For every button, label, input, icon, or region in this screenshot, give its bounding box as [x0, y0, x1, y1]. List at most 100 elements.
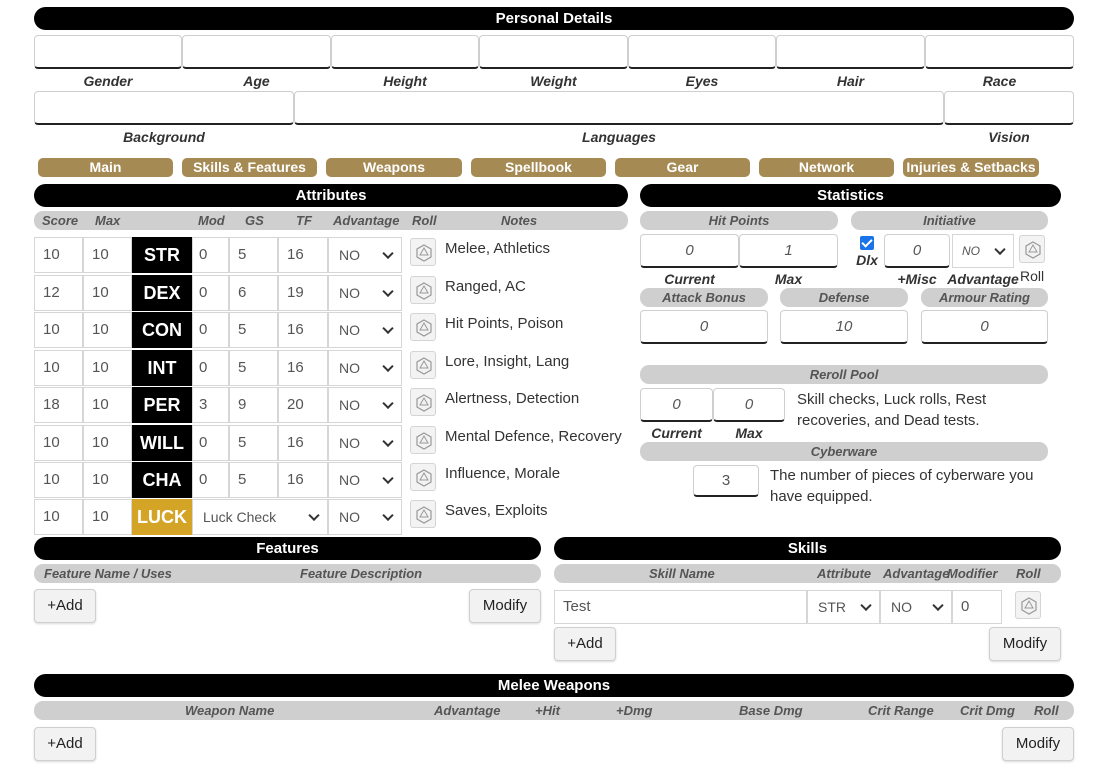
will-max-input[interactable]: 10 — [83, 424, 132, 461]
gender-field[interactable] — [34, 35, 182, 69]
melee-add-button[interactable]: +Add — [34, 727, 96, 761]
skill-modifier-input[interactable]: 0 — [952, 590, 1002, 624]
initiative-advantage-select[interactable]: NO — [952, 234, 1014, 268]
eyes-field[interactable] — [628, 35, 776, 69]
cha-score-input[interactable]: 10 — [34, 462, 83, 498]
skill-advantage-select[interactable]: NO — [880, 590, 952, 624]
cha-tf-input[interactable]: 16 — [278, 462, 328, 498]
per-score-input[interactable]: 18 — [34, 387, 83, 423]
features-add-button[interactable]: +Add — [34, 589, 96, 623]
cha-roll-button[interactable] — [410, 463, 436, 491]
str-gs-input[interactable]: 5 — [229, 237, 278, 273]
will-tf-input[interactable]: 16 — [278, 424, 328, 461]
dex-gs-input[interactable]: 6 — [229, 274, 278, 311]
int-advantage-select[interactable]: NO — [328, 349, 402, 386]
hit-points-max-field[interactable]: 1 — [739, 234, 838, 268]
initiative-roll-label: Roll — [1020, 268, 1045, 284]
con-roll-button[interactable] — [410, 313, 436, 341]
tab-weapons[interactable]: Weapons — [326, 158, 462, 177]
con-max-input[interactable]: 10 — [83, 312, 132, 348]
hair-field[interactable] — [776, 35, 925, 69]
luck-score-input[interactable]: 10 — [34, 499, 83, 535]
skill-attribute-select[interactable]: STR — [807, 590, 880, 624]
str-advantage-select[interactable]: NO — [328, 237, 402, 273]
per-gs-input[interactable]: 9 — [229, 387, 278, 423]
per-roll-button[interactable] — [410, 388, 436, 416]
cha-max-input[interactable]: 10 — [83, 462, 132, 498]
dex-roll-button[interactable] — [410, 275, 436, 304]
int-max-input[interactable]: 10 — [83, 349, 132, 386]
reroll-max-field[interactable]: 0 — [713, 388, 785, 422]
skills-add-button[interactable]: +Add — [554, 627, 616, 661]
melee-modify-button[interactable]: Modify — [1002, 727, 1074, 761]
will-gs-input[interactable]: 5 — [229, 424, 278, 461]
con-mod-input[interactable]: 0 — [192, 312, 229, 348]
skills-modify-button[interactable]: Modify — [989, 627, 1061, 661]
per-tf-input[interactable]: 20 — [278, 387, 328, 423]
int-score-input[interactable]: 10 — [34, 349, 83, 386]
will-score-input[interactable]: 10 — [34, 424, 83, 461]
int-mod-input[interactable]: 0 — [192, 349, 229, 386]
cha-gs-input[interactable]: 5 — [229, 462, 278, 498]
dex-tf-input[interactable]: 19 — [278, 274, 328, 311]
con-score-input[interactable]: 10 — [34, 312, 83, 348]
dex-max-input[interactable]: 10 — [83, 274, 132, 311]
background-field[interactable] — [34, 91, 294, 125]
con-notes: Hit Points, Poison — [445, 315, 564, 332]
dlx-checkbox[interactable] — [860, 236, 874, 250]
con-attribute-label: CON — [132, 312, 192, 348]
int-gs-input[interactable]: 5 — [229, 349, 278, 386]
race-field[interactable] — [925, 35, 1074, 69]
int-roll-button[interactable] — [410, 350, 436, 379]
tab-injuries-setbacks[interactable]: Injuries & Setbacks — [903, 158, 1039, 177]
con-tf-input[interactable]: 16 — [278, 312, 328, 348]
will-mod-input[interactable]: 0 — [192, 424, 229, 461]
height-field[interactable] — [331, 35, 479, 69]
per-advantage-select[interactable]: NO — [328, 387, 402, 423]
features-modify-button[interactable]: Modify — [469, 589, 541, 623]
con-advantage-select[interactable]: NO — [328, 312, 402, 348]
str-mod-input[interactable]: 0 — [192, 237, 229, 273]
cha-advantage-select[interactable]: NO — [328, 462, 402, 498]
age-field[interactable] — [182, 35, 331, 69]
dlx-label: Dlx — [856, 252, 878, 268]
will-advantage-select[interactable]: NO — [328, 424, 402, 461]
str-roll-button[interactable] — [410, 238, 436, 266]
dex-score-input[interactable]: 12 — [34, 274, 83, 311]
chevron-down-icon — [382, 509, 394, 522]
will-roll-button[interactable] — [410, 425, 436, 454]
weight-field[interactable] — [479, 35, 628, 69]
skill-name-input[interactable]: Test — [554, 590, 807, 624]
initiative-misc-field[interactable]: 0 — [884, 234, 950, 268]
str-tf-input[interactable]: 16 — [278, 237, 328, 273]
tab-skills-features[interactable]: Skills & Features — [182, 158, 317, 177]
per-max-input[interactable]: 10 — [83, 387, 132, 423]
weapon-crit-range-column-label: Crit Range — [868, 703, 934, 718]
dex-advantage-select[interactable]: NO — [328, 274, 402, 311]
luck-max-input[interactable]: 10 — [83, 499, 132, 535]
tab-network[interactable]: Network — [759, 158, 894, 177]
str-score-input[interactable]: 10 — [34, 237, 83, 273]
initiative-roll-button[interactable] — [1019, 235, 1045, 263]
vision-field[interactable] — [944, 91, 1074, 125]
hit-points-current-field[interactable]: 0 — [640, 234, 739, 268]
armour-rating-field[interactable]: 0 — [921, 310, 1048, 344]
str-max-input[interactable]: 10 — [83, 237, 132, 273]
con-gs-input[interactable]: 5 — [229, 312, 278, 348]
tab-spellbook[interactable]: Spellbook — [471, 158, 606, 177]
defense-field[interactable]: 10 — [780, 310, 908, 344]
per-mod-input[interactable]: 3 — [192, 387, 229, 423]
luck-check-select[interactable]: Luck Check — [192, 499, 328, 535]
tab-main[interactable]: Main — [38, 158, 173, 177]
languages-field[interactable] — [294, 91, 944, 125]
luck-advantage-select[interactable]: NO — [328, 499, 402, 535]
cyberware-field[interactable]: 3 — [693, 465, 759, 497]
tab-gear[interactable]: Gear — [615, 158, 750, 177]
attack-bonus-field[interactable]: 0 — [640, 310, 768, 344]
skill-roll-button[interactable] — [1015, 591, 1041, 619]
int-tf-input[interactable]: 16 — [278, 349, 328, 386]
reroll-current-field[interactable]: 0 — [640, 388, 713, 422]
luck-roll-button[interactable] — [410, 500, 436, 528]
dex-mod-input[interactable]: 0 — [192, 274, 229, 311]
cha-mod-input[interactable]: 0 — [192, 462, 229, 498]
